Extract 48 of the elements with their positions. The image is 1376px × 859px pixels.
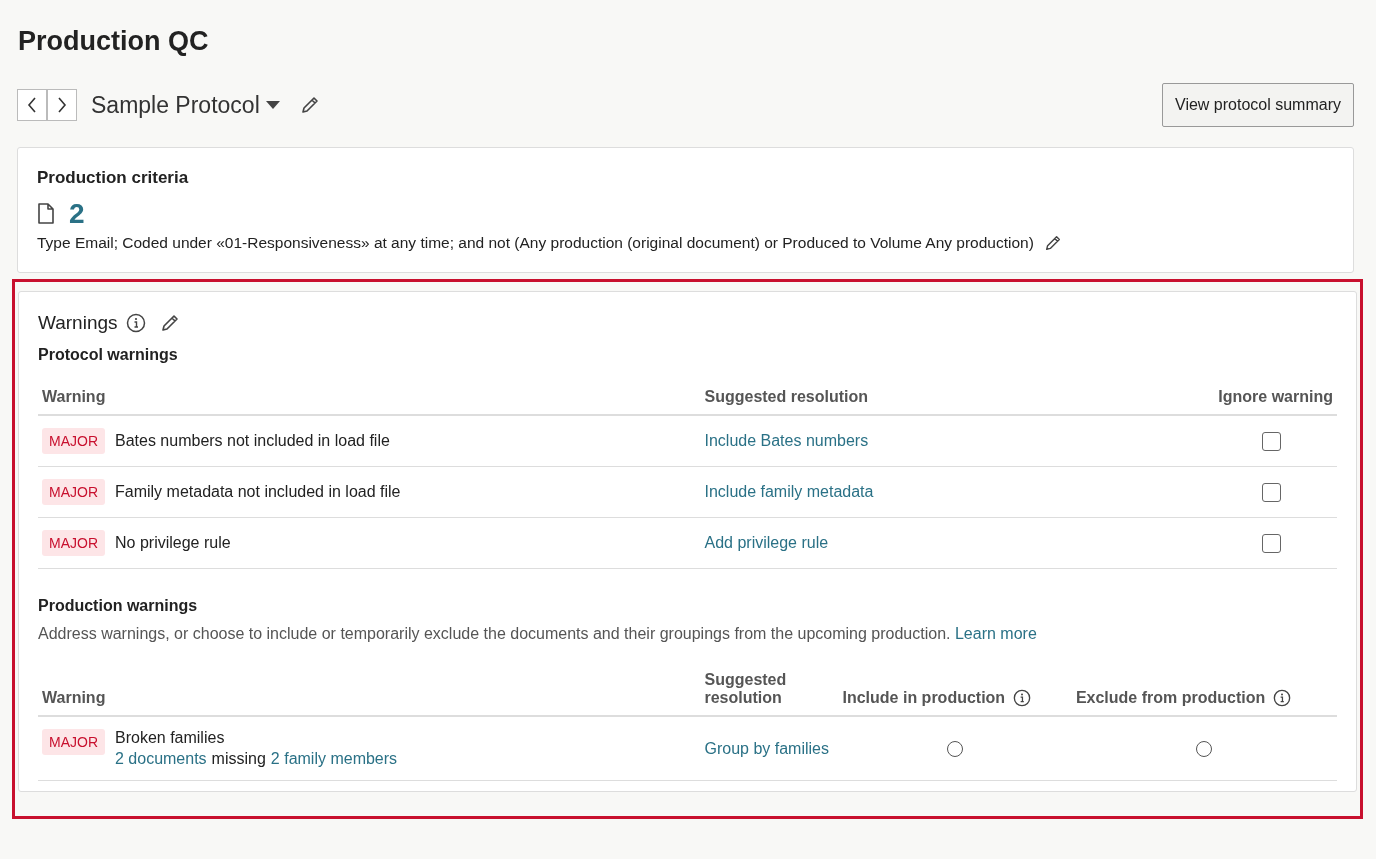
document-count[interactable]: 2 xyxy=(69,198,85,230)
resolution-link[interactable]: Group by families xyxy=(704,739,829,757)
column-header: Warning xyxy=(38,663,701,716)
warning-text: Bates numbers not included in load file xyxy=(115,432,390,450)
section-title: Protocol warnings xyxy=(38,346,179,364)
detail-text: missing xyxy=(211,750,266,768)
chevron-left-icon xyxy=(27,97,37,113)
edit-icon[interactable] xyxy=(159,313,180,333)
learn-more-link[interactable]: Learn more xyxy=(954,625,1037,642)
column-header: Include in production xyxy=(842,689,1006,707)
warnings-title: Warnings xyxy=(38,312,118,334)
detail-link[interactable]: 2 family members xyxy=(270,750,398,768)
criteria-title: Production criteria xyxy=(37,168,190,188)
detail-link[interactable]: 2 documents xyxy=(115,750,207,768)
resolution-link[interactable]: Add privilege rule xyxy=(704,534,829,551)
severity-badge: MAJOR xyxy=(42,428,105,454)
edit-icon[interactable] xyxy=(1043,234,1062,252)
column-header: Suggested resolution xyxy=(700,663,839,716)
warning-text: No privilege rule xyxy=(115,534,231,552)
caret-icon xyxy=(265,101,280,109)
edit-icon[interactable] xyxy=(299,95,320,115)
severity-badge: MAJOR xyxy=(42,530,105,556)
warning-text: Broken families xyxy=(115,729,226,747)
info-icon[interactable] xyxy=(1013,689,1032,707)
severity-badge: MAJOR xyxy=(42,729,105,755)
chevron-right-icon xyxy=(57,97,67,113)
ignore-checkbox[interactable] xyxy=(1262,482,1281,502)
severity-badge: MAJOR xyxy=(42,479,105,505)
next-button[interactable] xyxy=(47,89,77,121)
column-header: Warning xyxy=(38,380,701,415)
resolution-link[interactable]: Include family metadata xyxy=(704,483,874,500)
section-title: Production warnings xyxy=(38,597,199,615)
info-icon[interactable] xyxy=(1273,689,1292,707)
criteria-description: Type Email; Coded under «01-Responsiveness» at any time; and not (Any production (original document) or Produced to Volume Any production) xyxy=(37,234,1034,252)
resolution-link[interactable]: Include Bates numbers xyxy=(704,432,869,449)
document-icon xyxy=(37,203,55,225)
section-description: Address warnings, or choose to include or temporarily exclude the documents and their groupings from the upcoming production. Learn more xyxy=(38,625,1038,643)
column-header: Ignore warning xyxy=(1189,380,1337,415)
column-header: Suggested resolution xyxy=(700,380,1189,415)
page-title: Production QC xyxy=(18,26,210,57)
info-icon[interactable] xyxy=(125,313,146,333)
column-header: Exclude from production xyxy=(1075,689,1266,707)
ignore-checkbox[interactable] xyxy=(1262,533,1281,553)
view-summary-button[interactable]: View protocol summary xyxy=(1162,83,1354,127)
previous-button[interactable] xyxy=(17,89,47,121)
ignore-checkbox[interactable] xyxy=(1262,431,1281,451)
protocol-dropdown[interactable]: Sample Protocol xyxy=(91,91,280,119)
warning-text: Family metadata not included in load file xyxy=(115,483,401,501)
